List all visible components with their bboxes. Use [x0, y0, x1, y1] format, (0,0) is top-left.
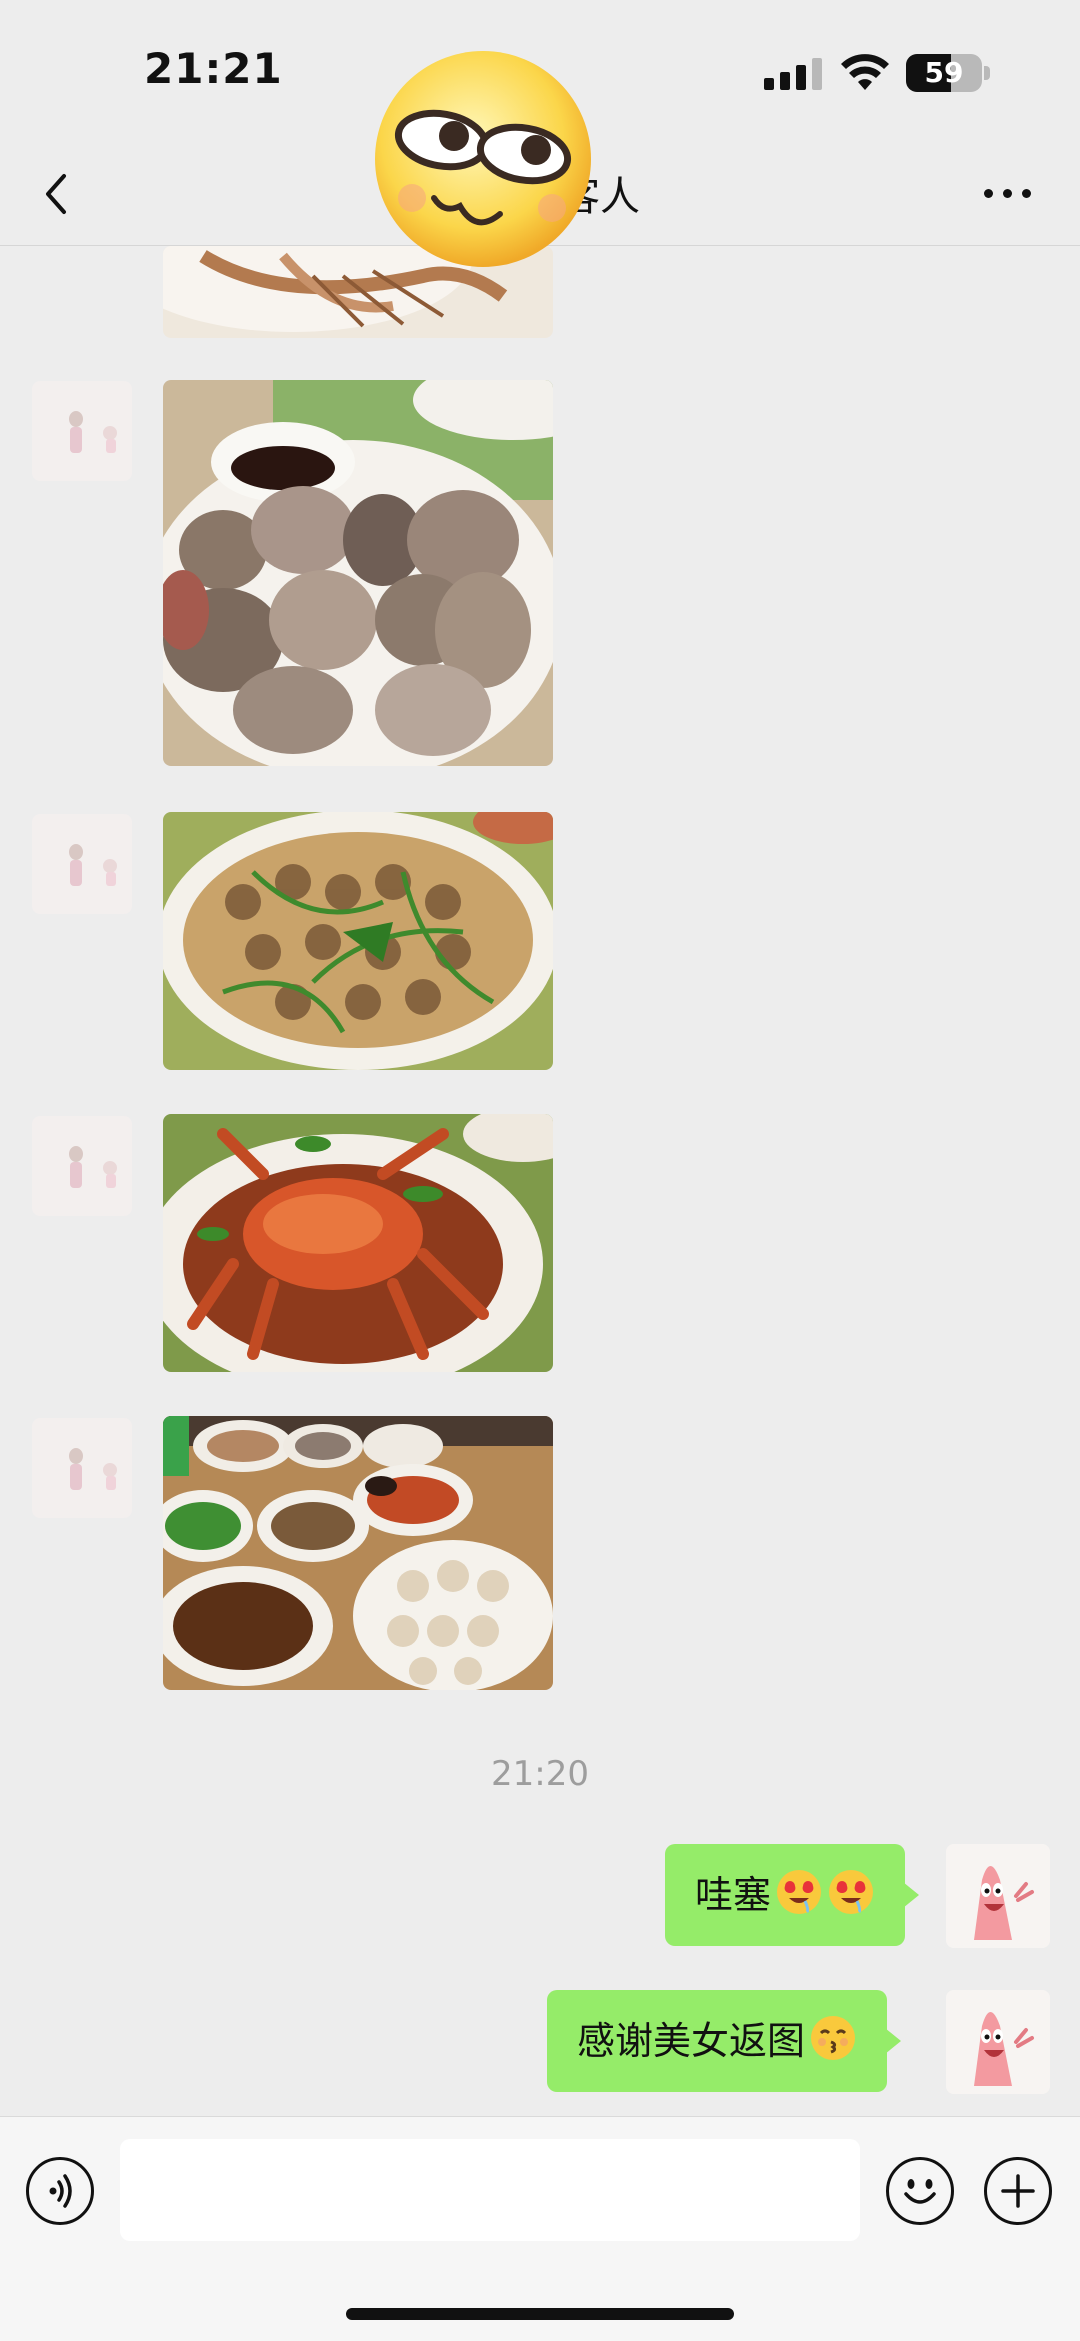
- girl-rabbit-avatar-icon: [69, 1448, 117, 1490]
- chevron-left-icon[interactable]: [34, 166, 82, 222]
- kissing-emoji: [811, 2016, 856, 2060]
- smirking-face-sticker: [375, 51, 591, 267]
- patrick-star-avatar-icon: [946, 1844, 1050, 1948]
- battery-icon: 59: [906, 54, 982, 92]
- my-avatar[interactable]: [946, 1990, 1050, 2094]
- voice-icon[interactable]: [26, 2157, 94, 2225]
- girl-rabbit-avatar-icon: [69, 411, 117, 453]
- status-time: 21:21: [144, 44, 283, 93]
- contact-avatar[interactable]: [32, 1116, 132, 1216]
- outgoing-message-bubble[interactable]: 哇塞: [665, 1844, 920, 1946]
- outgoing-message-bubble[interactable]: 感谢美女返图: [547, 1990, 902, 2092]
- incoming-photo-conch[interactable]: [163, 380, 553, 766]
- message-input[interactable]: [120, 2139, 860, 2241]
- cellular-signal-icon: [764, 58, 824, 90]
- contact-avatar[interactable]: [32, 1418, 132, 1518]
- patrick-star-avatar-icon: [946, 1990, 1050, 2094]
- heart-eyes-drooling-emoji: [829, 1870, 874, 1914]
- home-indicator[interactable]: [346, 2308, 734, 2320]
- plus-icon[interactable]: [984, 2157, 1052, 2225]
- ellipsis-icon[interactable]: [984, 182, 1034, 204]
- contact-avatar[interactable]: [32, 814, 132, 914]
- battery-level: 59: [924, 56, 964, 89]
- battery-cap: [984, 66, 990, 80]
- incoming-photo-crab[interactable]: [163, 1114, 553, 1372]
- my-avatar[interactable]: [946, 1844, 1050, 1948]
- contact-avatar[interactable]: [32, 381, 132, 481]
- smiley-icon[interactable]: [886, 2157, 954, 2225]
- wifi-icon: [841, 54, 889, 90]
- girl-rabbit-avatar-icon: [69, 1146, 117, 1188]
- message-timestamp: 21:20: [491, 1754, 589, 1794]
- incoming-photo-table[interactable]: [163, 1416, 553, 1690]
- message-list[interactable]: 21:20 哇塞 感谢美女返图: [0, 246, 1080, 2116]
- outgoing-message-text: 感谢美女返图: [577, 2019, 806, 2063]
- outgoing-message-text: 哇塞: [695, 1873, 772, 1917]
- girl-rabbit-avatar-icon: [69, 844, 117, 886]
- heart-eyes-drooling-emoji: [777, 1870, 822, 1914]
- incoming-photo-snails[interactable]: [163, 812, 553, 1070]
